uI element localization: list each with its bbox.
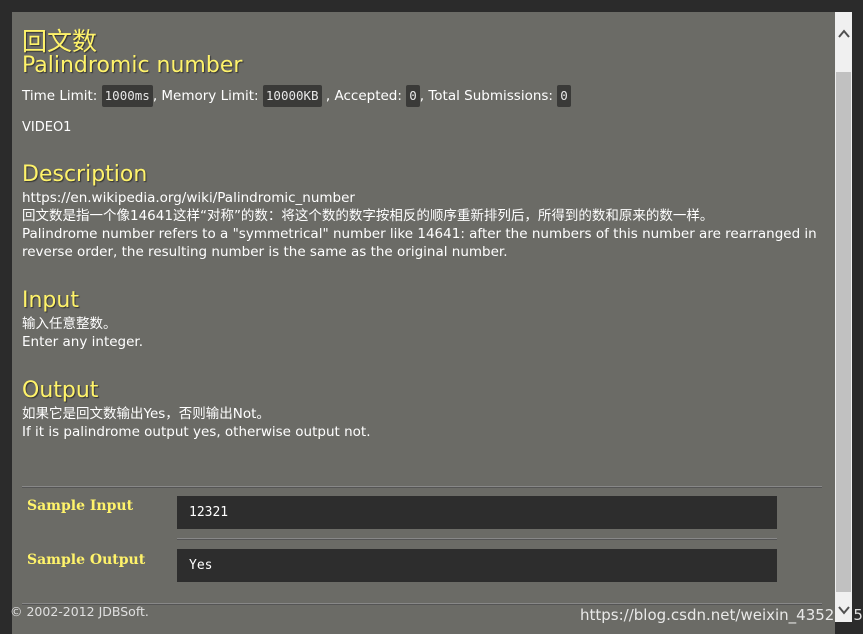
- description-line-2: 回文数是指一个像14641这样“对称”的数：将这个数的数字按相反的顺序重新排列后…: [22, 208, 714, 224]
- problem-content: 回文数 Palindromic number ​Time Limit: 1000…: [12, 12, 835, 441]
- problem-page: 回文数 Palindromic number ​Time Limit: 1000…: [12, 12, 835, 634]
- memory-limit-value: 10000KB: [262, 85, 322, 107]
- output-heading: Output: [22, 378, 99, 403]
- description-line-1: https://en.wikipedia.org/wiki/Palindromi…: [22, 190, 355, 206]
- sample-input-box: 12321: [177, 496, 777, 529]
- description-heading: Description: [22, 162, 148, 187]
- total-submissions-value: 0: [557, 85, 571, 107]
- time-limit-label: Time Limit:: [22, 88, 98, 104]
- copyright-footer: © 2002-2012 JDBSoft.: [10, 604, 149, 619]
- input-line-1: 输入任意整数。: [22, 316, 117, 332]
- memory-limit-label: , Memory Limit:: [152, 88, 259, 104]
- sample-output-box: Yes: [177, 549, 777, 582]
- limits-line: ​Time Limit: 1000ms, Memory Limit: 10000…: [22, 85, 835, 107]
- sample-input-label: Sample Input: [27, 498, 134, 514]
- output-section: Output 如果它是回文数输出Yes，否则输出Not。 If it is pa…: [22, 377, 835, 441]
- input-heading: Input: [22, 288, 79, 313]
- output-line-2: If it is palindrome output yes, otherwis…: [22, 424, 371, 440]
- scrollbar-thumb[interactable]: [836, 72, 851, 592]
- description-line-3: Palindrome number refers to a "symmetric…: [22, 226, 817, 242]
- watermark-text: https://blog.csdn.net/weixin_4352025: [580, 606, 863, 624]
- problem-source: VIDEO1: [22, 120, 72, 135]
- description-line-4: reverse order, the resulting number is t…: [22, 244, 508, 260]
- time-limit-value: 1000ms: [101, 85, 153, 107]
- output-line-1: 如果它是回文数输出Yes，否则输出Not。: [22, 406, 270, 422]
- sample-output-label: Sample Output: [27, 552, 146, 568]
- chevron-down-icon[interactable]: [835, 598, 852, 622]
- browser-window: 回文数 Palindromic number ​Time Limit: 1000…: [0, 0, 863, 634]
- accepted-value: 0: [406, 85, 420, 107]
- problem-title-en: Palindromic number: [22, 53, 243, 78]
- accepted-label: , Accepted:: [325, 88, 402, 104]
- input-line-2: Enter any integer.: [22, 334, 144, 350]
- total-submissions-label: , Total Submissions:: [419, 88, 553, 104]
- sample-divider-top: [22, 486, 822, 488]
- input-section: Input 输入任意整数。 Enter any integer.: [22, 287, 835, 351]
- sample-divider-middle: [177, 538, 777, 540]
- vertical-scrollbar[interactable]: [835, 12, 852, 622]
- chevron-up-icon[interactable]: [835, 22, 852, 46]
- description-section: Description https://en.wikipedia.org/wik…: [22, 161, 835, 261]
